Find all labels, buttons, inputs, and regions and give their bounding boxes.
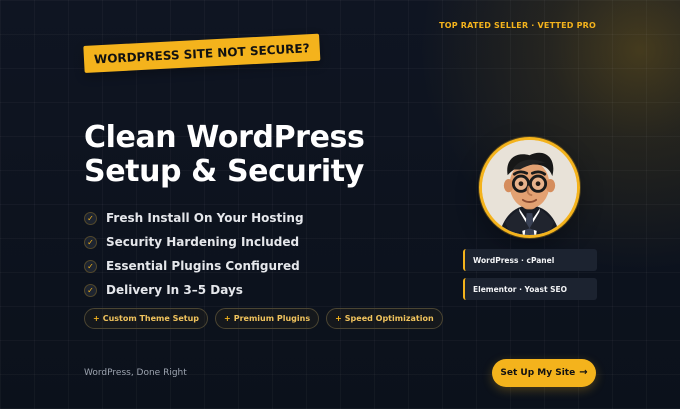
plus-icon: + [335, 314, 342, 323]
feature-item: ✓ Fresh Install On Your Hosting [84, 206, 334, 230]
arrow-right-icon: → [579, 367, 588, 378]
tech-stack-item: WordPress · cPanel [463, 249, 597, 271]
addon-chip-label: Custom Theme Setup [102, 314, 200, 323]
headline-line-2: Setup & Security [84, 154, 364, 189]
feature-item: ✓ Essential Plugins Configured [84, 254, 334, 278]
check-icon: ✓ [84, 283, 97, 297]
plus-icon: + [93, 314, 100, 323]
headline-line-1: Clean WordPress [84, 120, 365, 155]
tech-stack-item: Elementor · Yoast SEO [463, 278, 597, 300]
check-icon: ✓ [84, 259, 97, 273]
check-icon: ✓ [84, 211, 97, 225]
feature-list: ✓ Fresh Install On Your Hosting ✓ Securi… [84, 206, 334, 302]
feature-text: Security Hardening Included [106, 235, 300, 249]
addon-chip-custom-theme: + Custom Theme Setup [84, 308, 209, 329]
feature-text: Fresh Install On Your Hosting [106, 211, 304, 225]
check-icon: ✓ [84, 235, 97, 249]
addon-chip-label: Speed Optimization [344, 314, 434, 323]
feature-item: ✓ Delivery In 3–5 Days [84, 278, 334, 302]
addon-chip-row: + Custom Theme Setup + Premium Plugins +… [84, 308, 443, 329]
addon-chip-premium-plugins: + Premium Plugins [215, 308, 320, 329]
cartoon-avatar-icon [482, 140, 577, 235]
seller-tagline: TOP RATED SELLER · VETTED PRO [439, 21, 596, 30]
gig-cover: TOP RATED SELLER · VETTED PRO WORDPRESS … [0, 0, 680, 409]
feature-text: Essential Plugins Configured [106, 259, 300, 273]
tech-stack-list: WordPress · cPanel Elementor · Yoast SEO [463, 249, 597, 307]
addon-chip-label: Premium Plugins [233, 314, 311, 323]
plus-icon: + [224, 314, 231, 323]
footer-tagline: WordPress, Done Right [84, 368, 187, 378]
avatar-ring [479, 137, 580, 238]
feature-item: ✓ Security Hardening Included [84, 230, 334, 254]
headline: Clean WordPress Setup & Security [84, 121, 394, 189]
set-up-site-button-label: Set Up My Site [500, 368, 576, 378]
feature-text: Delivery In 3–5 Days [106, 283, 243, 297]
set-up-site-button[interactable]: Set Up My Site → [492, 359, 596, 387]
addon-chip-speed-optimization: + Speed Optimization [326, 308, 443, 329]
